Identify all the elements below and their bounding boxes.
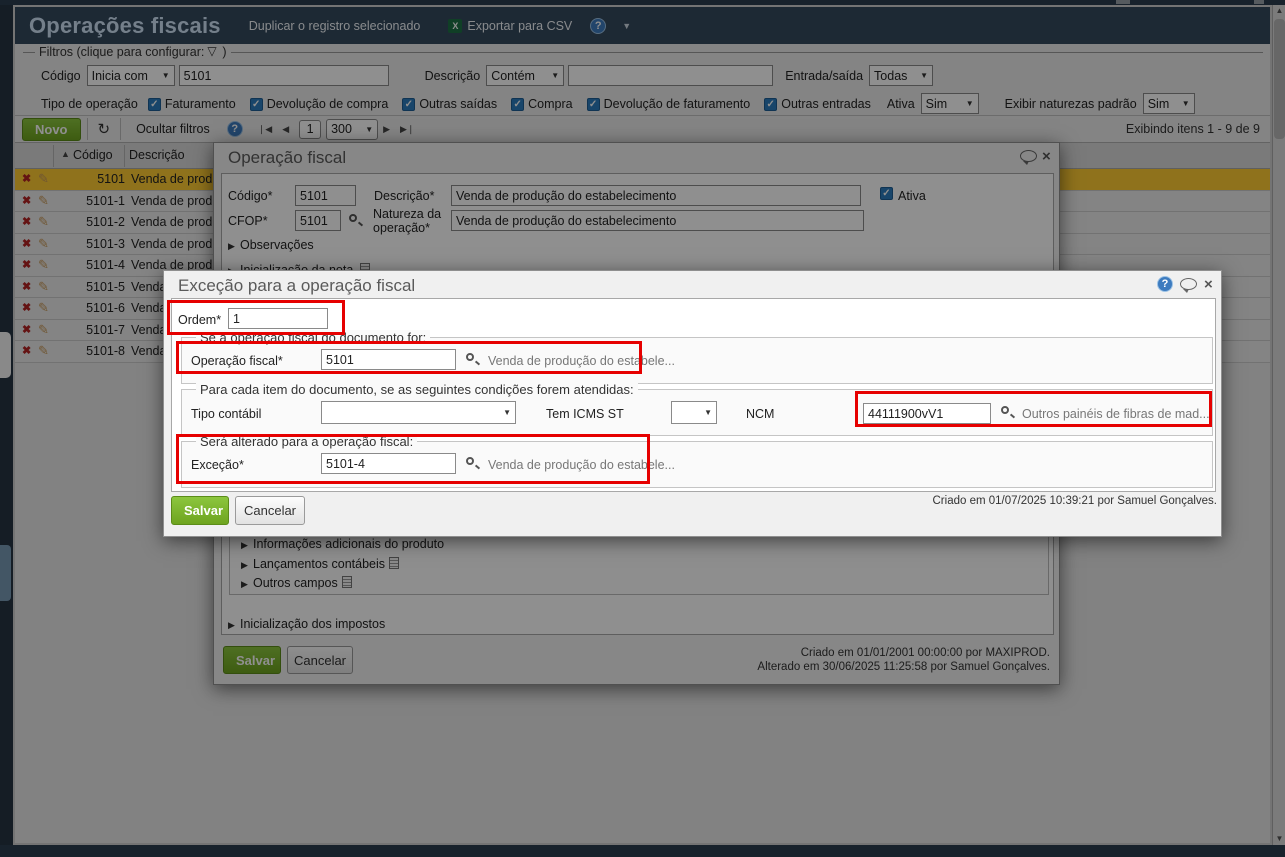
operacao-fiscal-input[interactable]	[321, 349, 456, 370]
close-icon[interactable]	[1204, 278, 1213, 292]
chevron-down-icon	[503, 408, 511, 417]
search-icon[interactable]	[1001, 406, 1009, 414]
excecao-operacao-fiscal-dialog: Exceção para a operação fiscal Ordem* Se…	[163, 270, 1222, 537]
ordem-label: Ordem*	[178, 313, 222, 327]
operacao-fiscal-label: Operação fiscal*	[191, 354, 283, 368]
dialog-title: Exceção para a operação fiscal	[178, 276, 416, 295]
groupbox-legend: Se a operação fiscal do documento for:	[196, 330, 431, 345]
tipo-contabil-select[interactable]	[321, 401, 516, 424]
ncm-input[interactable]	[863, 403, 991, 424]
search-icon[interactable]	[466, 353, 474, 361]
excecao-description: Venda de produção do estabele...	[488, 458, 675, 472]
excecao-label: Exceção*	[191, 458, 244, 472]
ncm-label: NCM	[746, 407, 775, 421]
tem-icms-st-select[interactable]	[671, 401, 717, 424]
chevron-down-icon	[704, 408, 712, 417]
save-button[interactable]: Salvar	[171, 496, 229, 525]
groupbox-legend: Para cada item do documento, se as segui…	[196, 382, 638, 397]
comment-bubble-icon[interactable]	[1180, 278, 1197, 293]
help-icon[interactable]	[1157, 276, 1173, 292]
search-icon[interactable]	[466, 457, 474, 465]
ordem-input[interactable]	[228, 308, 328, 329]
ncm-description: Outros painéis de fibras de mad...	[1022, 407, 1210, 421]
excecao-input[interactable]	[321, 453, 456, 474]
tipo-contabil-label: Tipo contábil	[191, 407, 262, 421]
groupbox-legend: Será alterado para a operação fiscal:	[196, 434, 418, 449]
created-info: Criado em 01/07/2025 10:39:21 por Samuel…	[932, 495, 1218, 507]
tem-icms-st-label: Tem ICMS ST	[546, 407, 624, 421]
operacao-fiscal-description: Venda de produção do estabele...	[488, 354, 675, 368]
cancel-button[interactable]: Cancelar	[235, 496, 305, 525]
